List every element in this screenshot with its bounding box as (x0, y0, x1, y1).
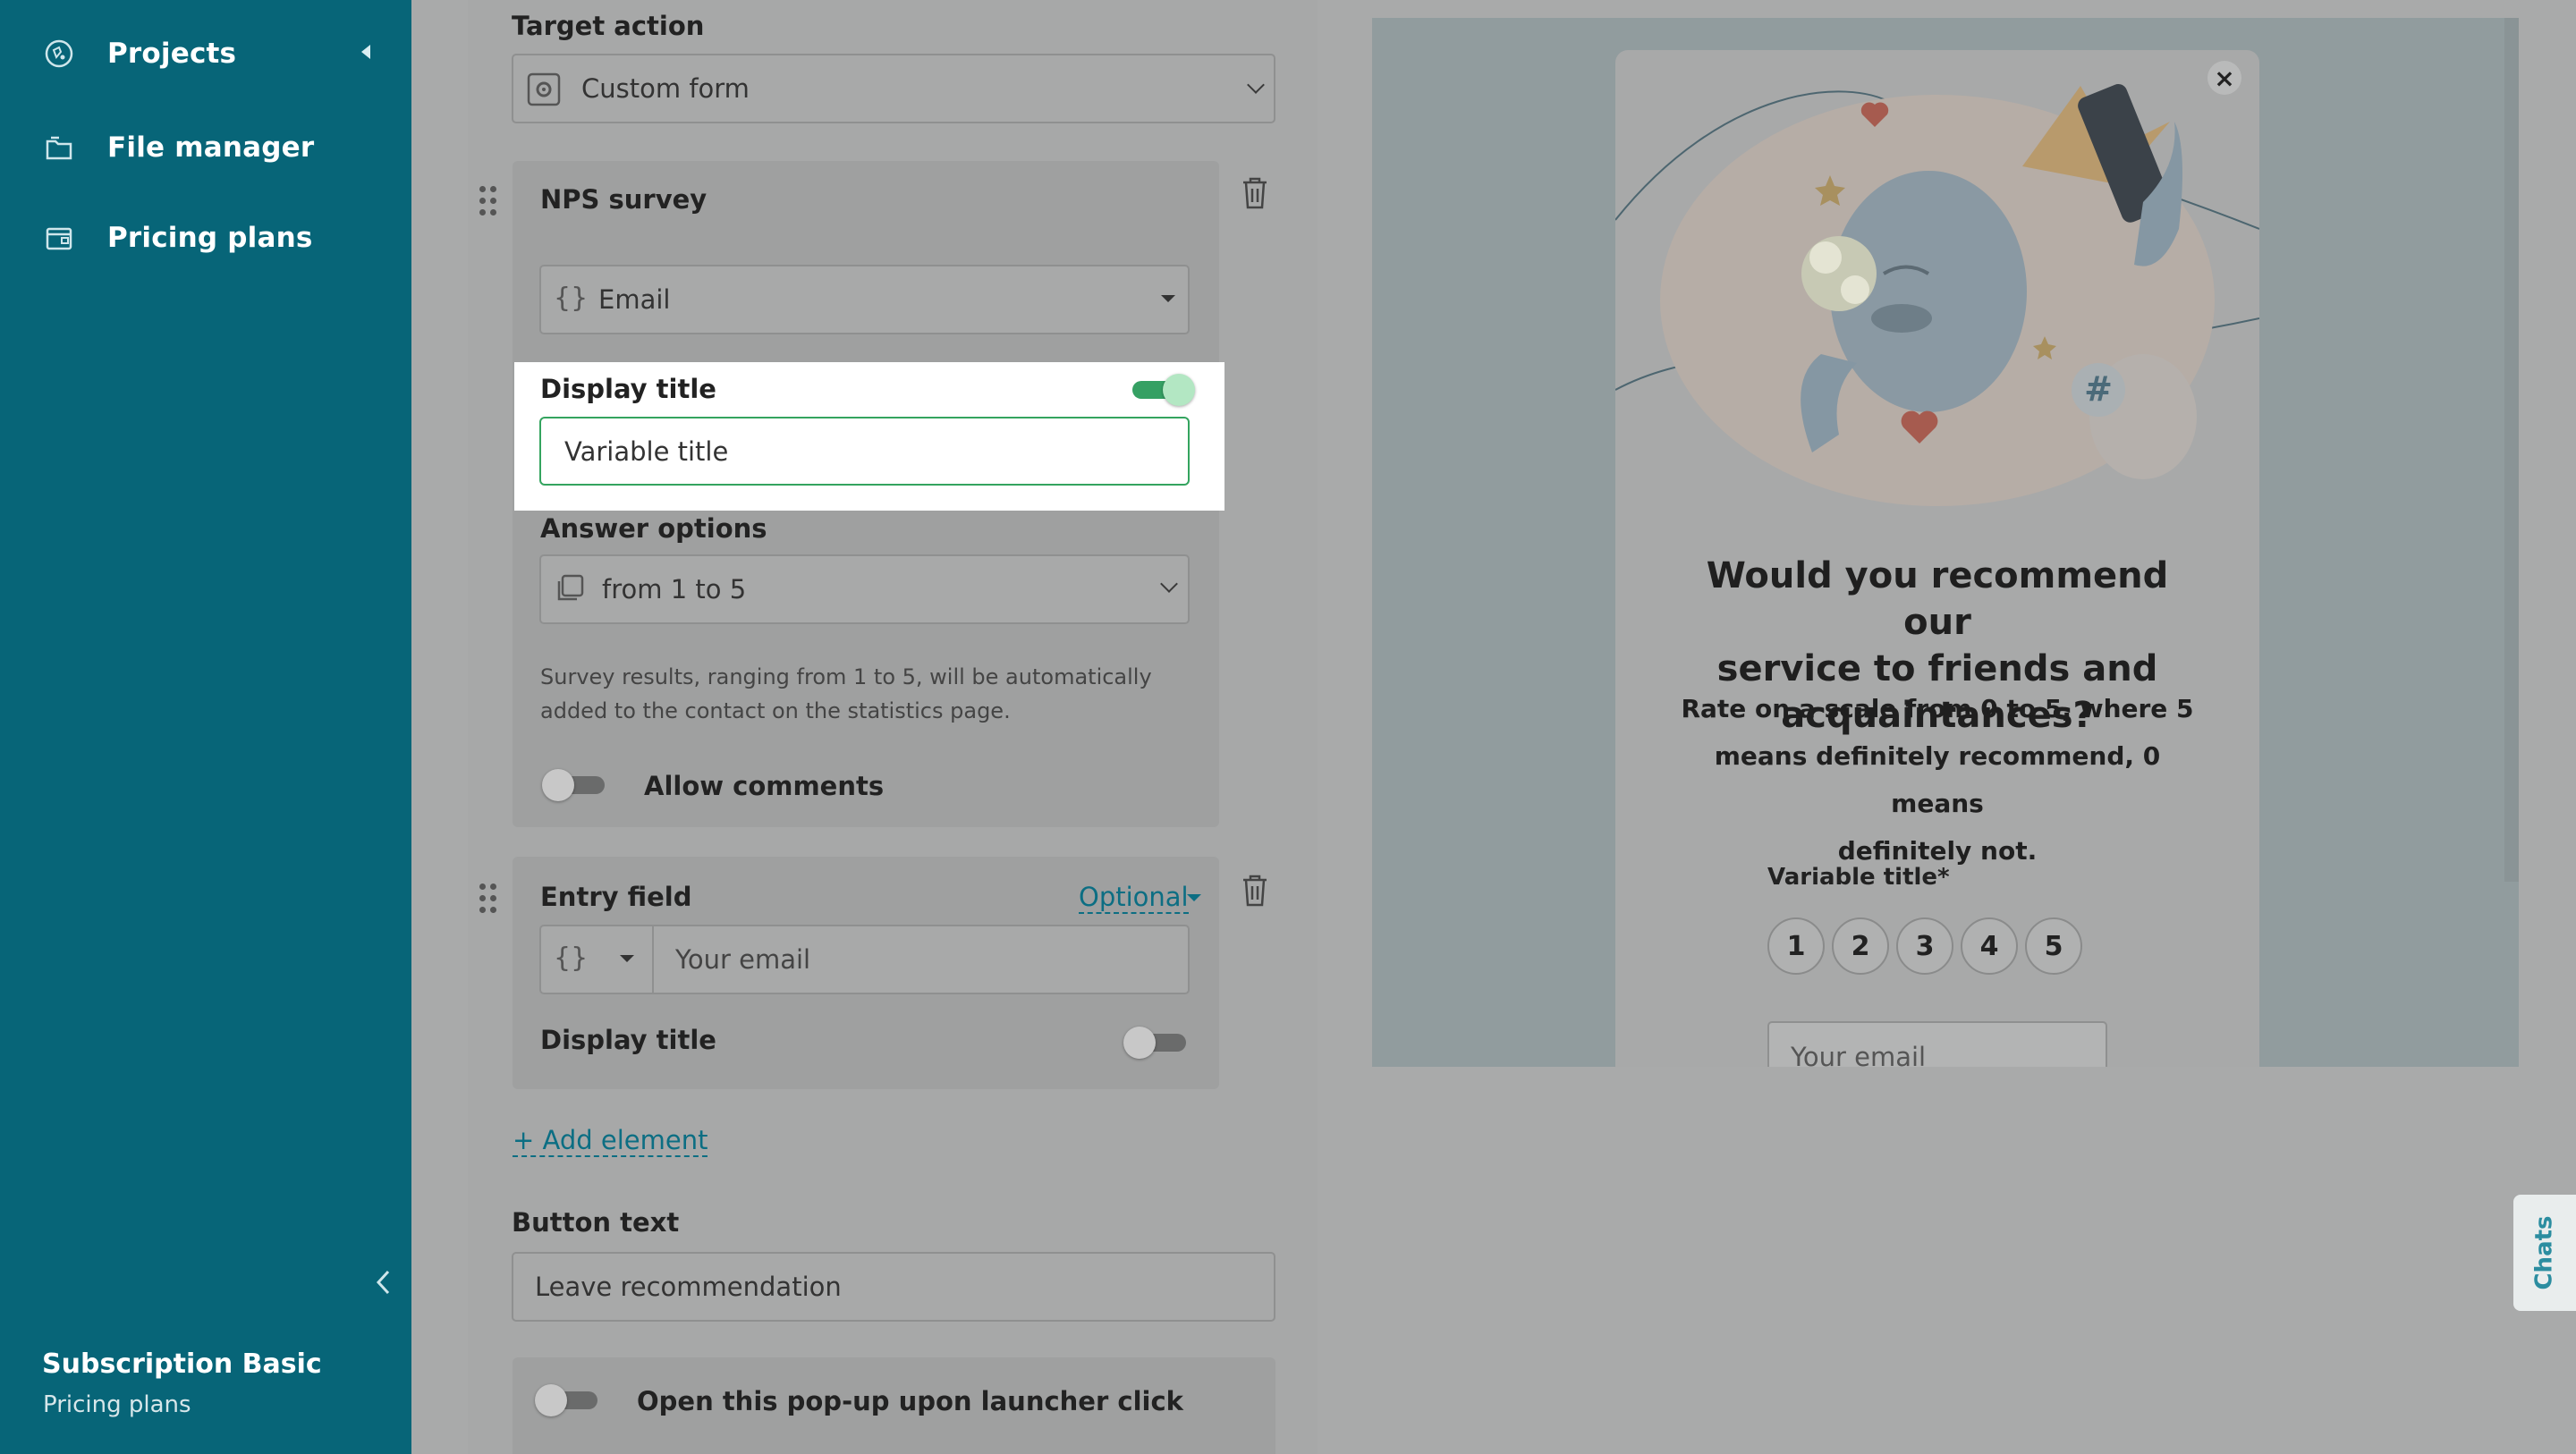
projects-icon (41, 36, 77, 72)
display-title-input[interactable]: Variable title (539, 417, 1190, 486)
caret-down-icon (1161, 295, 1175, 302)
trash-icon[interactable] (1240, 175, 1270, 211)
chats-tab[interactable]: Chats (2513, 1195, 2576, 1311)
popup-window: # × Would you recommend our service to f… (1615, 50, 2259, 1067)
rating-button-4[interactable]: 4 (1961, 917, 2018, 975)
collapse-arrow-icon[interactable] (361, 45, 370, 59)
subscription-pricing-link[interactable]: Pricing plans (43, 1391, 191, 1418)
heading-line: Would you recommend our (1706, 555, 2169, 643)
folder-icon (41, 130, 77, 165)
help-text-line: added to the contact on the statistics p… (540, 698, 1011, 723)
target-action-label: Target action (512, 11, 705, 41)
toggle-knob (535, 1384, 567, 1416)
toggle-knob (1123, 1027, 1156, 1059)
gear-icon (526, 72, 562, 114)
chats-label: Chats (2531, 1215, 2559, 1290)
rating-button-1[interactable]: 1 (1767, 917, 1825, 975)
sidebar-item-label: File manager (107, 131, 315, 164)
toggle-knob (1163, 374, 1195, 406)
button-text-value: Leave recommendation (535, 1272, 842, 1302)
variable-insert-dropdown[interactable]: {} (539, 925, 654, 994)
chevron-down-icon (1247, 76, 1265, 94)
add-element-link[interactable]: + Add element (513, 1125, 708, 1157)
help-text-line: Survey results, ranging from 1 to 5, wil… (540, 664, 1152, 689)
popup-illustration: # (1615, 83, 2259, 506)
launcher-label: Open this pop-up upon launcher click (637, 1386, 1183, 1416)
preview-scrollbar[interactable] (2504, 18, 2519, 882)
rating-button-5[interactable]: 5 (2025, 917, 2082, 975)
answer-options-help: Survey results, ranging from 1 to 5, wil… (540, 660, 1152, 728)
copy-icon (554, 572, 586, 611)
answer-options-label: Answer options (540, 513, 767, 544)
allow-comments-label: Allow comments (644, 771, 885, 801)
button-text-input[interactable]: Leave recommendation (512, 1252, 1275, 1322)
display-title-toggle[interactable] (1129, 372, 1195, 408)
variable-select-value: Email (598, 284, 671, 315)
caret-down-icon (620, 955, 634, 962)
subheading-line: means definitely recommend, 0 means (1714, 741, 2161, 818)
entry-field-placeholder: Your email (675, 944, 811, 975)
display-title-label: Display title (540, 374, 716, 404)
sidebar-item-file-manager[interactable]: File manager (41, 121, 314, 174)
entry-display-title-label: Display title (540, 1025, 716, 1055)
allow-comments-toggle[interactable] (542, 767, 608, 803)
toggle-knob (542, 769, 574, 801)
popup-email-input[interactable]: Your email (1767, 1021, 2107, 1067)
hashtag-icon: # (2084, 369, 2113, 409)
chevron-down-icon (1160, 575, 1178, 593)
sidebar-item-label: Pricing plans (107, 222, 313, 254)
popup-preview: # × Would you recommend our service to f… (1372, 18, 2519, 1067)
sidebar-item-projects[interactable]: Projects (41, 27, 236, 80)
variable-select[interactable]: {} Email (539, 265, 1190, 334)
popup-close-button[interactable]: × (2207, 61, 2241, 95)
target-action-select[interactable]: Custom form (512, 54, 1275, 123)
answer-options-value: from 1 to 5 (602, 574, 747, 604)
button-text-label: Button text (512, 1207, 680, 1238)
optional-label: Optional (1079, 882, 1189, 912)
sidebar-item-pricing-plans[interactable]: Pricing plans (41, 211, 313, 265)
entry-display-title-toggle[interactable] (1123, 1025, 1190, 1061)
wallet-icon (41, 220, 77, 256)
braces-icon: {} (554, 943, 589, 974)
entry-field-input[interactable]: Your email (652, 925, 1190, 994)
sidebar-item-label: Projects (107, 38, 237, 70)
answer-options-select[interactable]: from 1 to 5 (539, 554, 1190, 624)
nps-survey-title: NPS survey (540, 184, 708, 215)
optional-dropdown[interactable]: Optional (1079, 882, 1189, 914)
drag-handle-icon[interactable] (479, 883, 501, 914)
braces-icon: {} (554, 283, 589, 314)
sidebar-collapse-chevron-icon[interactable] (370, 1266, 397, 1298)
subscription-name: Subscription Basic (42, 1348, 322, 1380)
subheading-line: Rate on a scale from 0 to 5, where 5 (1681, 694, 2194, 723)
rating-button-3[interactable]: 3 (1896, 917, 1953, 975)
popup-variable-label: Variable title* (1767, 864, 1950, 891)
target-action-value: Custom form (581, 73, 750, 104)
sidebar: Projects File manager Pricing plans Subs… (0, 0, 411, 1454)
trash-icon[interactable] (1240, 873, 1270, 909)
caret-down-icon (1187, 894, 1201, 901)
rating-button-2[interactable]: 2 (1832, 917, 1889, 975)
drag-handle-icon[interactable] (479, 186, 501, 216)
popup-subheading: Rate on a scale from 0 to 5, where 5 mea… (1669, 685, 2206, 875)
entry-field-title: Entry field (540, 882, 692, 912)
launcher-toggle[interactable] (535, 1382, 601, 1418)
